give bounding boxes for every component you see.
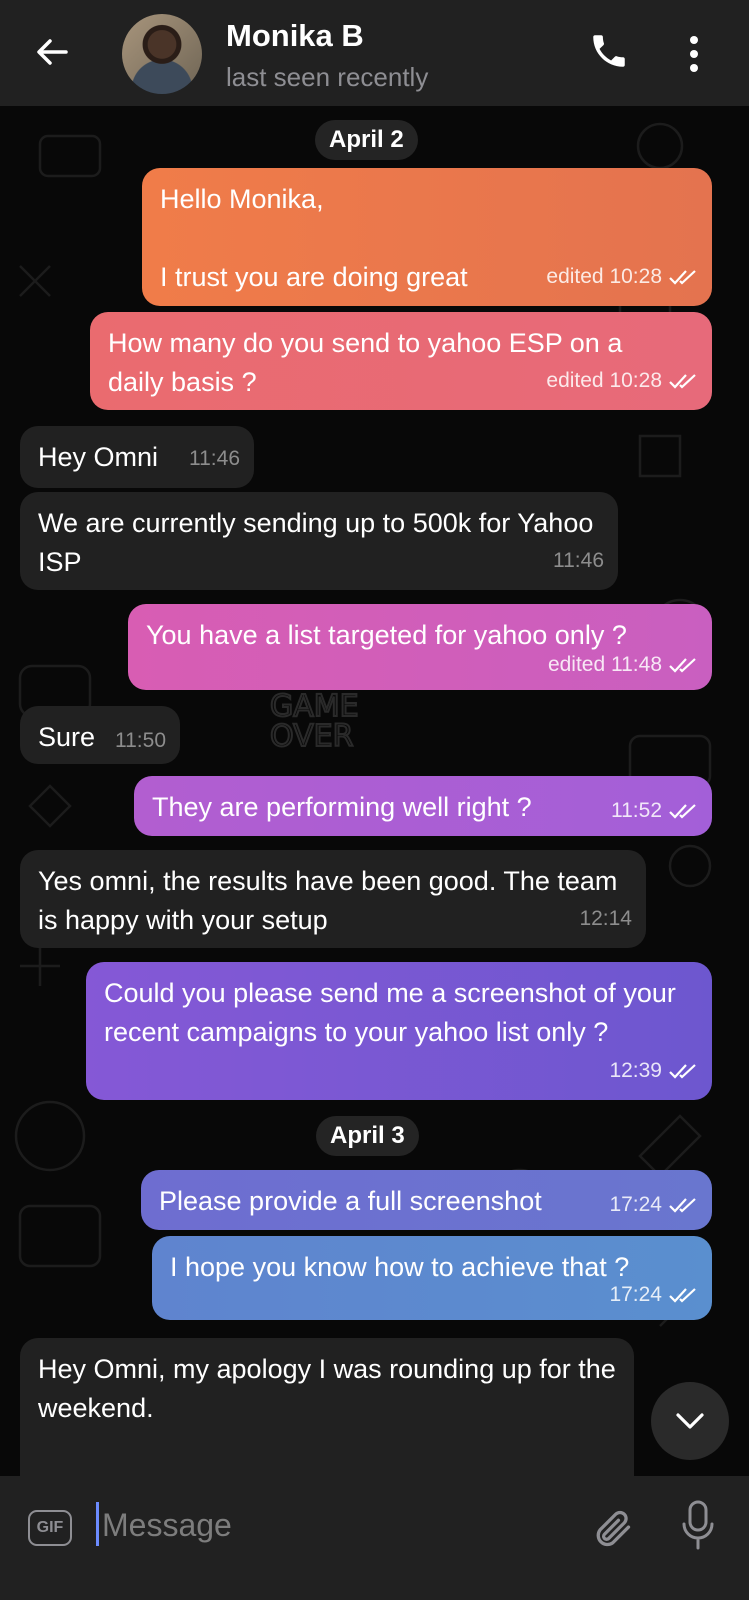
message-text: Please provide a full screenshot [159, 1186, 542, 1216]
chat-header: Monika B last seen recently [0, 0, 749, 106]
message-time: 11:46 [189, 447, 240, 470]
message-text: We are currently sending up to 500k for … [38, 508, 601, 577]
text-caret [96, 1502, 99, 1546]
message-list[interactable]: GAME OVER April 2 Hello Monika, I trust … [0, 106, 749, 1506]
message-input[interactable] [100, 1498, 544, 1552]
outgoing-message[interactable]: Could you please send me a screenshot of… [86, 962, 712, 1100]
paperclip-icon [596, 1510, 631, 1547]
message-meta: edited 11:48 [548, 645, 698, 684]
message-meta: 11:50 [115, 721, 166, 760]
incoming-message[interactable]: We are currently sending up to 500k for … [20, 492, 618, 590]
svg-text:OVER: OVER [270, 719, 353, 754]
message-meta: 12:14 [579, 899, 632, 938]
message-time: 17:24 [609, 1193, 662, 1216]
message-time: edited 10:28 [546, 369, 662, 392]
message-meta: 11:46 [189, 439, 240, 478]
message-meta: edited 10:28 [546, 361, 698, 400]
incoming-message[interactable]: Yes omni, the results have been good. Th… [20, 850, 646, 948]
avatar[interactable] [122, 14, 202, 94]
double-check-icon [669, 657, 696, 673]
outgoing-message[interactable]: They are performing well right ? 11:52 [134, 776, 712, 836]
message-composer: GIF [0, 1476, 749, 1600]
date-separator: April 3 [316, 1116, 419, 1156]
chevron-down-icon [676, 1413, 704, 1429]
arrow-left-icon [37, 39, 68, 65]
message-text: Could you please send me a screenshot of… [104, 978, 684, 1047]
outgoing-message[interactable]: Please provide a full screenshot 17:24 [141, 1170, 712, 1230]
date-separator: April 2 [315, 120, 418, 160]
message-time: edited 10:28 [546, 265, 662, 288]
message-time: 17:24 [609, 1283, 662, 1306]
message-meta: edited 10:28 [546, 257, 698, 296]
message-text: Hey Omni [38, 442, 159, 472]
message-text: Sure [38, 722, 96, 752]
more-options-button[interactable] [684, 34, 704, 74]
message-meta: 11:52 [611, 791, 698, 830]
more-vertical-icon [690, 36, 698, 72]
outgoing-message[interactable]: How many do you send to yahoo ESP on a d… [90, 312, 712, 410]
double-check-icon [669, 803, 696, 819]
message-time: 11:50 [115, 729, 166, 752]
message-meta: 12:39 [609, 1051, 698, 1090]
message-meta: 11:46 [553, 541, 604, 580]
message-text: Yes omni, the results have been good. Th… [38, 866, 625, 935]
outgoing-message[interactable]: Hello Monika, I trust you are doing grea… [142, 168, 712, 306]
microphone-button[interactable] [680, 1498, 716, 1554]
message-time: 12:39 [609, 1059, 662, 1082]
contact-name[interactable]: Monika B [226, 18, 364, 54]
message-time: 12:14 [579, 907, 632, 930]
message-text: They are performing well right ? [152, 792, 532, 822]
incoming-message[interactable]: Sure 11:50 [20, 706, 180, 764]
message-time: edited 11:48 [547, 653, 662, 676]
double-check-icon [669, 1063, 696, 1079]
double-check-icon [669, 269, 696, 285]
phone-icon [593, 35, 625, 67]
message-time: 11:46 [553, 549, 604, 572]
back-button[interactable] [30, 30, 74, 74]
double-check-icon [669, 1197, 696, 1213]
incoming-message[interactable]: Hey Omni 11:46 [20, 426, 254, 488]
message-meta: 17:24 [609, 1185, 698, 1224]
message-meta: 17:24 [609, 1275, 698, 1314]
message-time: 11:52 [611, 799, 662, 822]
call-button[interactable] [588, 30, 630, 72]
gif-button[interactable]: GIF [28, 1510, 72, 1546]
contact-status: last seen recently [226, 62, 429, 92]
attach-button[interactable] [590, 1504, 634, 1552]
double-check-icon [669, 1287, 696, 1303]
microphone-icon [682, 1500, 714, 1550]
message-text: Hey Omni, my apology I was rounding up f… [38, 1354, 624, 1423]
outgoing-message[interactable]: You have a list targeted for yahoo only … [128, 604, 712, 690]
outgoing-message[interactable]: I hope you know how to achieve that ? 17… [152, 1236, 712, 1320]
double-check-icon [669, 373, 696, 389]
scroll-to-bottom-button[interactable] [651, 1382, 729, 1460]
